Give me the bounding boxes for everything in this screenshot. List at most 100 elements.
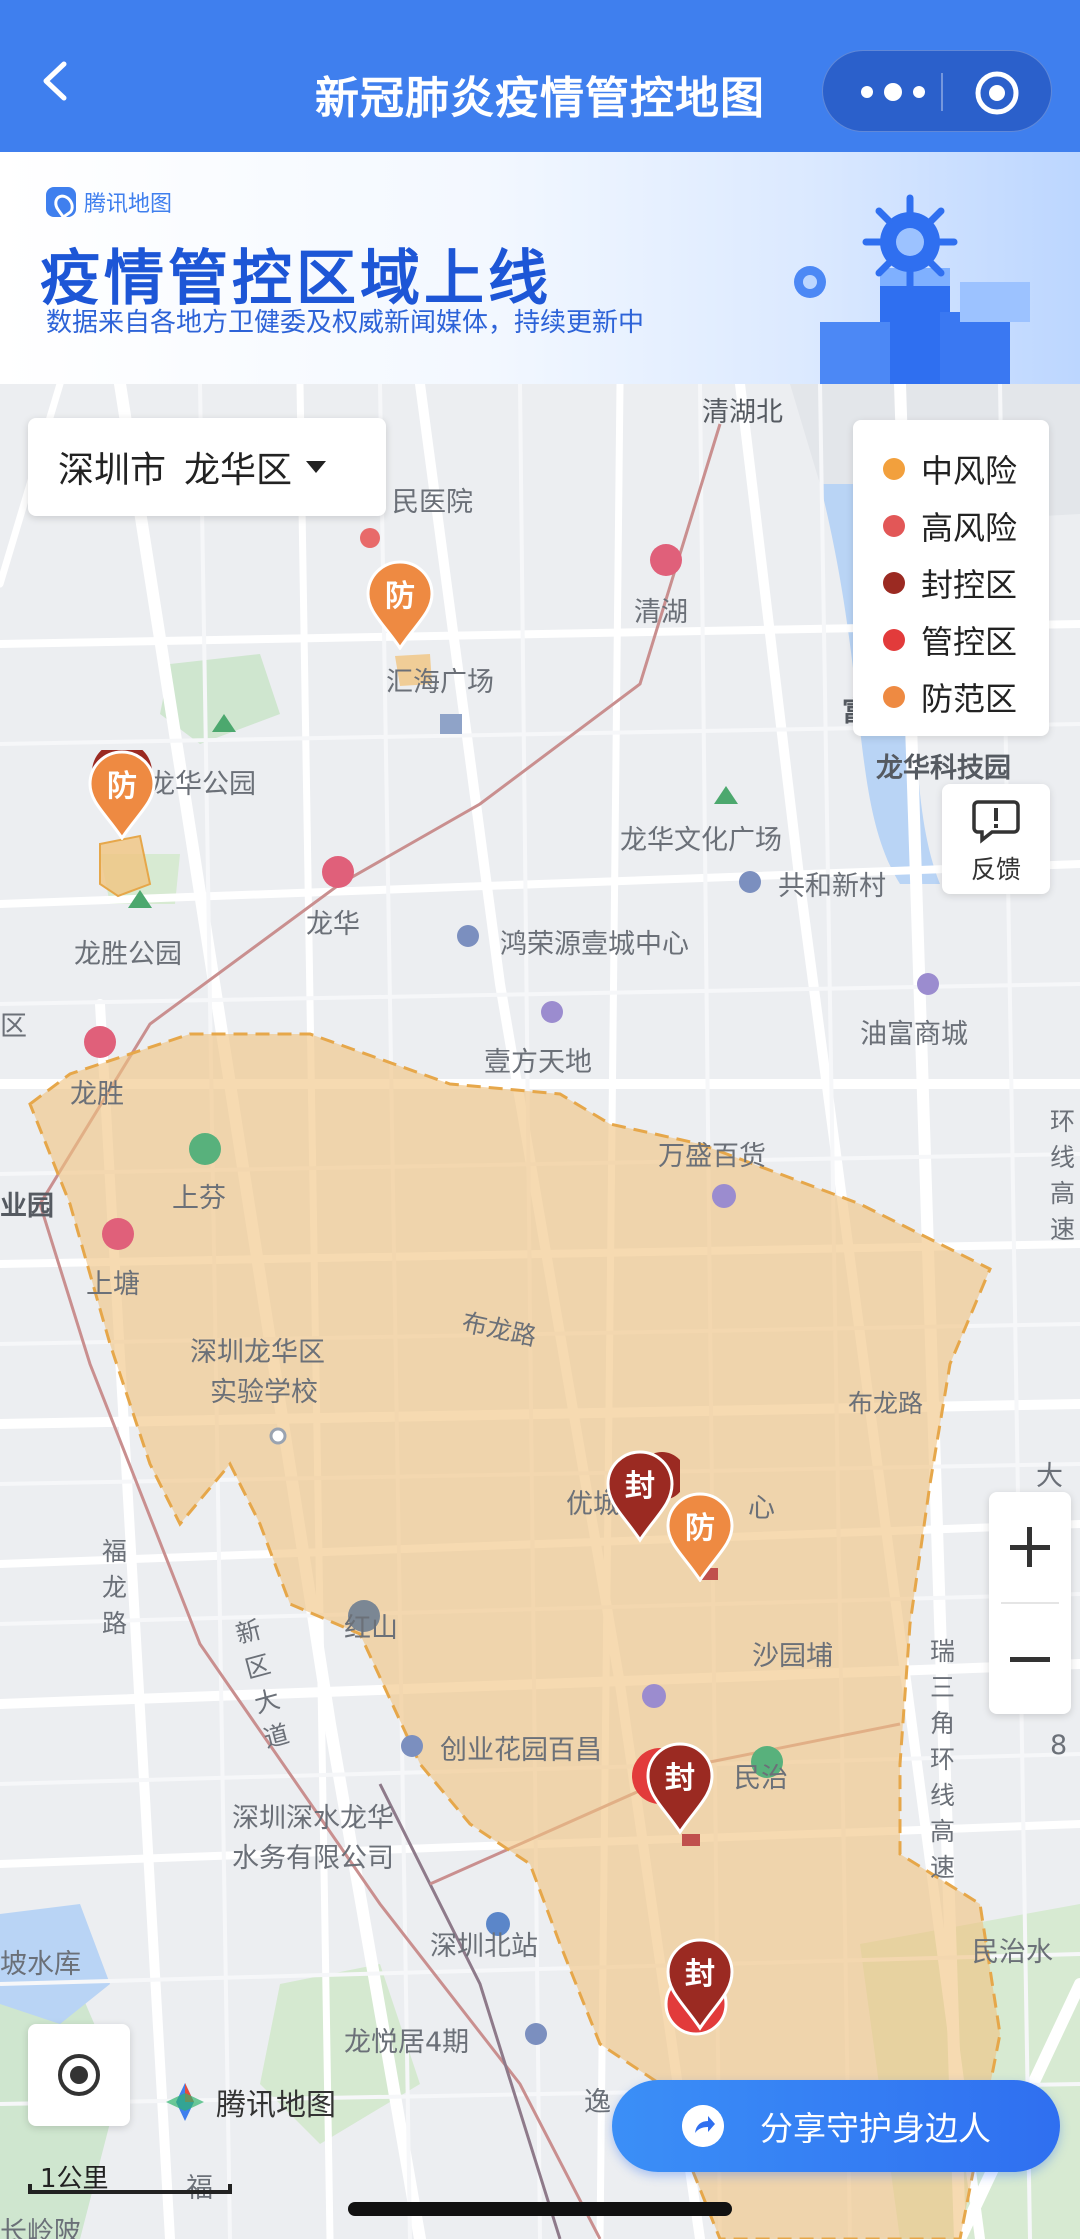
map-scale: 1公里	[28, 2158, 232, 2194]
map-label: 深圳龙华区	[190, 1337, 325, 1368]
feedback-button[interactable]: 反馈	[942, 784, 1050, 894]
svg-text:封: 封	[685, 1957, 715, 1992]
map-label: 创业花园百昌	[440, 1735, 602, 1766]
legend-item: 管控区	[883, 611, 1049, 668]
map-label: 深圳深水龙华	[232, 1803, 394, 1834]
svg-text:封: 封	[625, 1469, 655, 1504]
map-label: 龙华公园	[148, 769, 256, 800]
map-label: 坡水库	[0, 1949, 81, 1980]
legend-item: 防范区	[883, 668, 1049, 725]
legend-dot-icon	[883, 685, 905, 708]
legend-label: 高风险	[921, 508, 1018, 547]
map-label: 鸿荣源壹城中心	[500, 929, 689, 960]
home-indicator	[348, 2202, 732, 2216]
map-label: 民治	[734, 1763, 788, 1794]
map-label: 上芬	[172, 1183, 226, 1214]
road-label: 布龙路	[848, 1389, 924, 1418]
map-label: 清湖北	[702, 397, 783, 428]
city-virus-illustration-icon	[794, 194, 1030, 384]
map-label: 长岭陂	[0, 2217, 81, 2239]
zoom-out-button[interactable]	[989, 1604, 1071, 1714]
feedback-icon	[972, 800, 1020, 844]
map-label: 逸	[584, 2087, 611, 2118]
locate-me-button[interactable]	[28, 2024, 130, 2126]
map-label: 心	[748, 1493, 775, 1524]
svg-text:防: 防	[685, 1511, 715, 1546]
city-name: 深圳市	[58, 450, 167, 491]
legend-item: 封控区	[883, 554, 1049, 611]
legend-label: 封控区	[921, 565, 1018, 604]
risk-legend: 中风险 高风险 封控区 管控区 防范区	[853, 420, 1049, 736]
map-label: 龙华	[306, 909, 360, 940]
map-label: 红山	[344, 1613, 398, 1644]
map-label: 万盛百货	[658, 1141, 766, 1172]
banner-subtitle: 数据来自各地方卫健委及权威新闻媒体，持续更新中	[46, 308, 645, 338]
zoom-in-button[interactable]	[989, 1492, 1071, 1602]
map-label: 8	[1050, 1730, 1068, 1761]
map-label: 深圳北站	[430, 1931, 538, 1962]
scale-bar	[28, 2184, 232, 2194]
risk-pin-fangfan[interactable]: 防	[364, 560, 436, 650]
map-label: 区	[0, 1011, 27, 1042]
map-label: 实验学校	[210, 1377, 318, 1408]
legend-item: 高风险	[883, 497, 1049, 554]
legend-label: 防范区	[921, 679, 1018, 718]
map-label: 民治水	[972, 1937, 1053, 1968]
legend-label: 管控区	[921, 622, 1018, 661]
map-label: 汇海广场	[386, 667, 494, 698]
map-label: 油富商城	[860, 1019, 968, 1050]
legend-dot-icon	[883, 457, 905, 480]
road-label: 瑞三角环线高速	[930, 1637, 956, 1882]
road-label: 福龙路	[102, 1537, 128, 1638]
road-label: 环线高速	[1050, 1107, 1076, 1244]
map-label: 沙园埔	[752, 1641, 833, 1672]
map-label: 清湖	[634, 597, 688, 628]
brand-name: 腾讯地图	[84, 192, 173, 217]
map-label: 共和新村	[778, 871, 886, 902]
map-label: 龙华科技园	[876, 753, 1011, 784]
map-label: 业园	[0, 1191, 54, 1222]
brand: 腾讯地图	[46, 186, 172, 218]
city-district-selector[interactable]: 深圳市 龙华区	[28, 418, 386, 516]
map-label: 上塘	[86, 1269, 140, 1300]
feedback-label: 反馈	[970, 855, 1021, 884]
risk-pin-fangfan[interactable]: 防	[86, 750, 158, 840]
navbar: 新冠肺炎疫情管控地图	[0, 0, 1080, 152]
risk-pin-fengkong[interactable]: 封	[656, 1934, 736, 2038]
svg-text:防: 防	[385, 579, 415, 614]
legend-dot-icon	[883, 628, 905, 651]
map-label: 龙悦居4期	[344, 2027, 470, 2058]
map-label: 龙胜公园	[74, 939, 182, 970]
risk-pin-fangfan[interactable]: 防	[664, 1492, 736, 1582]
tencent-map-logo-icon	[46, 187, 76, 217]
map-label: 大	[1036, 1461, 1063, 1492]
share-label: 分享守护身边人	[760, 2109, 991, 2148]
legend-dot-icon	[883, 514, 905, 537]
svg-text:防: 防	[107, 769, 137, 804]
map-label: 水务有限公司	[232, 1843, 394, 1874]
promo-banner: 腾讯地图 疫情管控区域上线 数据来自各地方卫健委及权威新闻媒体，持续更新中	[0, 152, 1080, 384]
risk-pin-fengkong[interactable]: 封	[630, 1736, 720, 1836]
map-label: 壹方天地	[484, 1047, 592, 1078]
locate-icon	[58, 2054, 100, 2096]
district-name: 龙华区	[184, 450, 293, 491]
map-watermark: 腾讯地图	[164, 2080, 336, 2124]
zoom-controls	[989, 1492, 1071, 1714]
more-dots-icon[interactable]	[853, 73, 933, 111]
miniprogram-capsule	[822, 50, 1052, 132]
capsule-divider	[941, 73, 943, 111]
map-label: 龙华文化广场	[620, 825, 782, 856]
legend-label: 中风险	[921, 451, 1018, 490]
plus-icon-vertical	[1027, 1527, 1032, 1567]
legend-item: 中风险	[883, 440, 1049, 497]
svg-text:封: 封	[665, 1761, 695, 1796]
caret-down-icon	[306, 461, 327, 473]
compass-logo-icon	[166, 2083, 204, 2121]
minus-icon	[1010, 1657, 1050, 1662]
watermark-text: 腾讯地图	[216, 2088, 336, 2123]
target-icon[interactable]	[973, 69, 1021, 117]
share-button[interactable]: 分享守护身边人	[612, 2080, 1060, 2172]
share-arrow-icon	[682, 2105, 724, 2147]
legend-dot-icon	[883, 571, 905, 594]
map-label: 民医院	[392, 487, 473, 518]
